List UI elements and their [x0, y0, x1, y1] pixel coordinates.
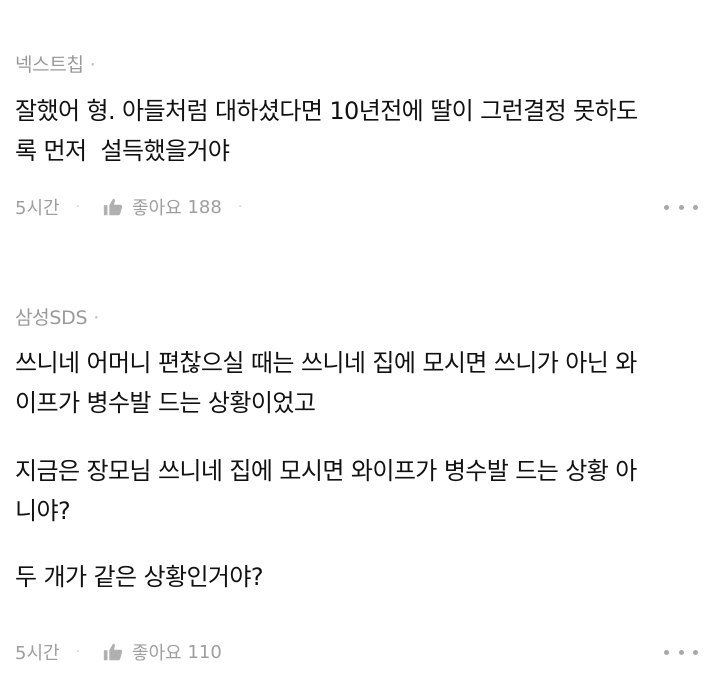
more-options-button[interactable]: [664, 637, 698, 667]
comment-meta: 5시간 · 좋아요 110: [15, 637, 222, 667]
author-separator: ·: [89, 54, 96, 76]
more-dots-icon: [664, 204, 669, 210]
comment-meta: 5시간 · 좋아요 188 ·: [15, 192, 242, 222]
like-label: 좋아요: [132, 643, 182, 664]
like-label: 좋아요: [132, 198, 182, 219]
more-options-button[interactable]: [664, 192, 698, 222]
author-separator: ·: [93, 307, 99, 329]
like-button[interactable]: 좋아요 188 ·: [102, 194, 242, 220]
comment-item: 넥스트칩 · 잘했어 형. 아들처럼 대하셨다면 10년전에 딸이 그런결정 못하…: [0, 0, 720, 250]
more-dots-icon: [693, 649, 698, 655]
comment-author[interactable]: 넥스트칩 ·: [15, 50, 96, 77]
more-dots-icon: [693, 204, 698, 210]
comment-item: 삼성SDS · 쓰니네 어머니 편찮으실 때는 쓰니네 집에 모시면 쓰니가 아닌…: [0, 282, 720, 688]
meta-separator: ·: [75, 644, 81, 660]
author-name[interactable]: 넥스트칩: [15, 54, 84, 76]
meta-separator: ·: [237, 199, 243, 215]
more-dots-icon: [664, 649, 669, 655]
author-name[interactable]: 삼성SDS: [15, 307, 88, 329]
comment-text: 잘했어 형. 아들처럼 대하셨다면 10년전에 딸이 그런결정 못하도 록 먼저…: [15, 97, 638, 165]
like-count: 110: [187, 641, 222, 663]
thumbs-up-icon: [103, 198, 123, 216]
more-dots-icon: [678, 649, 684, 655]
thumbs-up-icon: [103, 643, 123, 661]
comment-time: 5시간: [15, 198, 60, 219]
like-button[interactable]: 좋아요 110: [102, 639, 222, 665]
more-dots-icon: [678, 204, 684, 210]
comment-paragraph: 두 개가 같은 상황인거야?: [15, 563, 264, 591]
comment-time: 5시간: [15, 643, 60, 664]
comment-paragraph: 쓰니네 어머니 편찮으실 때는 쓰니네 집에 모시면 쓰니가 아닌 와 이프가 …: [15, 349, 637, 417]
comment-author[interactable]: 삼성SDS ·: [15, 303, 99, 330]
comment-paragraph: 지금은 장모님 쓰니네 집에 모시면 와이프가 병수발 드는 상황 아 니야?: [15, 457, 637, 525]
like-count: 188: [187, 196, 222, 218]
meta-separator: ·: [75, 199, 81, 215]
